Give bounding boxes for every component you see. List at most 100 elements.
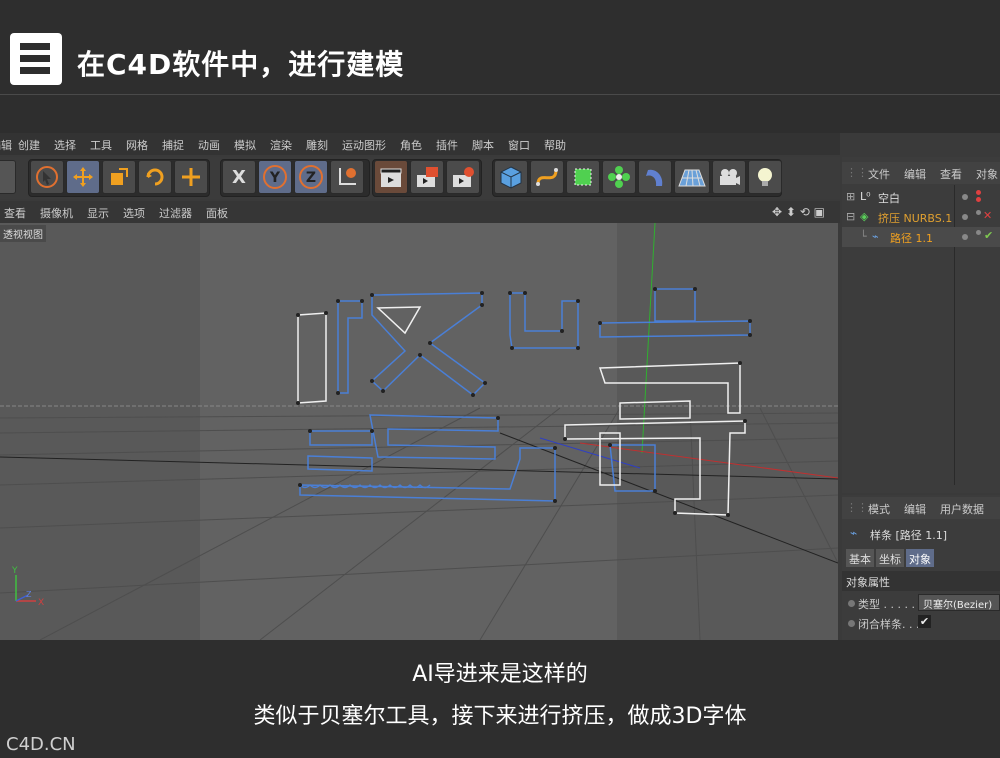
obj-tab-edit[interactable]: 编辑: [904, 166, 926, 182]
cloner-icon: [608, 166, 630, 188]
tree-collapse-icon[interactable]: ⊟: [846, 210, 855, 223]
nurbs-button[interactable]: [566, 160, 600, 194]
animate-dot[interactable]: [848, 620, 855, 627]
subtitle-area: AI导进来是这样的 类似于贝塞尔工具，接下来进行挤压，做成3D字体 C4D.CN: [0, 640, 1000, 758]
menu-snap[interactable]: 捕捉: [162, 137, 184, 153]
object-manager-tabs: ⋮⋮ 文件 编辑 查看 对象: [842, 162, 1000, 184]
move-tool-button[interactable]: [66, 160, 100, 194]
attr-row-type: 类型 . . . . . 贝塞尔(Bezier): [842, 593, 1000, 613]
attr-subtab-basic[interactable]: 基本: [846, 549, 874, 567]
menu-mesh[interactable]: 网格: [126, 137, 148, 153]
cube-button[interactable]: [494, 160, 528, 194]
menu-select[interactable]: 选择: [54, 137, 76, 153]
object-row-path[interactable]: └ ⌁ 路径 1.1 ✔: [842, 227, 1000, 247]
tree-expand-icon[interactable]: ⊞: [846, 190, 855, 203]
attr-tab-userdata[interactable]: 用户数据: [940, 501, 984, 517]
clapper-render-icon: [417, 167, 438, 187]
light-button[interactable]: [748, 160, 782, 194]
perspective-viewport[interactable]: Y Z X 透视视图: [0, 223, 838, 640]
menu-plugins[interactable]: 插件: [436, 137, 458, 153]
scale-tool-button[interactable]: [102, 160, 136, 194]
spline-icon: ⌁: [850, 526, 858, 540]
render-dot[interactable]: [976, 190, 981, 195]
visibility-dot[interactable]: [962, 234, 968, 240]
watermark-logo: C4D.CN: [6, 734, 76, 755]
floor-button[interactable]: [674, 160, 710, 194]
editor-dot[interactable]: [976, 197, 981, 202]
menu-mograph[interactable]: 运动图形: [342, 137, 386, 153]
menu-animate[interactable]: 动画: [198, 137, 220, 153]
render-settings-button[interactable]: [446, 160, 480, 194]
world-axis-icon: [339, 168, 356, 185]
cursor-icon: [36, 166, 58, 188]
axis-z-icon: Z: [299, 165, 323, 189]
undo-button[interactable]: [0, 160, 16, 194]
attr-tab-mode[interactable]: 模式: [868, 501, 890, 517]
obj-tab-file[interactable]: 文件: [868, 166, 890, 182]
axis-y-button[interactable]: Y: [258, 160, 292, 194]
menu-help[interactable]: 帮助: [544, 137, 566, 153]
select-tool-button[interactable]: [30, 160, 64, 194]
vmenu-camera[interactable]: 摄像机: [40, 205, 73, 221]
attribute-section-title: 对象属性: [842, 571, 1000, 591]
add-tool-button[interactable]: [174, 160, 208, 194]
c4d-window: 编辑 创建 选择 工具 网格 捕捉 动画 模拟 渲染 雕刻 运动图形 角色 插件…: [0, 133, 1000, 640]
enabled-check-icon[interactable]: ✔: [984, 229, 993, 242]
menu-edit[interactable]: 编辑: [0, 137, 12, 153]
object-row-extrude[interactable]: ⊟ ◈ 挤压 NURBS.1 ✕: [842, 207, 1000, 227]
closed-spline-checkbox[interactable]: ✔: [918, 615, 931, 628]
vmenu-display[interactable]: 显示: [87, 205, 109, 221]
banner-divider: [0, 94, 1000, 95]
attribute-manager-tabs: ⋮⋮ 模式 编辑 用户数据: [842, 497, 1000, 519]
attr-subtab-coord[interactable]: 坐标: [876, 549, 904, 567]
attr-closed-label: 闭合样条. . .: [858, 618, 920, 631]
vmenu-filter[interactable]: 过滤器: [159, 205, 192, 221]
menu-tools[interactable]: 工具: [90, 137, 112, 153]
obj-tab-view[interactable]: 查看: [940, 166, 962, 182]
subdivision-icon: [574, 168, 592, 186]
mograph-cloner-button[interactable]: [602, 160, 636, 194]
extrude-icon: ◈: [860, 210, 869, 223]
obj-tab-object[interactable]: 对象: [976, 166, 998, 182]
visibility-dot[interactable]: [962, 194, 968, 200]
bend-icon: [646, 169, 663, 186]
rotate-tool-button[interactable]: [138, 160, 172, 194]
render-view-button[interactable]: [374, 160, 408, 194]
disabled-x-icon[interactable]: ✕: [983, 209, 992, 222]
spline-pen-button[interactable]: [530, 160, 564, 194]
render-picture-viewer-button[interactable]: [410, 160, 444, 194]
render-dot[interactable]: [976, 230, 981, 235]
object-row-null[interactable]: ⊞ L⁰ 空白: [842, 187, 1000, 207]
tutorial-banner: 在C4D软件中，进行建模: [0, 0, 1000, 133]
menu-character[interactable]: 角色: [400, 137, 422, 153]
vmenu-view[interactable]: 查看: [4, 205, 26, 221]
animate-dot[interactable]: [848, 600, 855, 607]
menu-window[interactable]: 窗口: [508, 137, 530, 153]
menu-script[interactable]: 脚本: [472, 137, 494, 153]
clapper-gear-icon: [453, 167, 474, 187]
spline-type-dropdown[interactable]: 贝塞尔(Bezier): [918, 594, 1000, 611]
coordinate-system-button[interactable]: [330, 160, 364, 194]
menu-simulate[interactable]: 模拟: [234, 137, 256, 153]
menu-render[interactable]: 渲染: [270, 137, 292, 153]
viewport-nav-icons[interactable]: ✥ ⬍ ⟲ ▣: [772, 205, 825, 219]
object-name: 路径 1.1: [890, 232, 933, 245]
axis-z-button[interactable]: Z: [294, 160, 328, 194]
svg-text:Y: Y: [269, 170, 281, 186]
menu-sculpt[interactable]: 雕刻: [306, 137, 328, 153]
axis-x-button[interactable]: X: [222, 160, 256, 194]
attr-subtab-object[interactable]: 对象: [906, 549, 934, 567]
menu-create[interactable]: 创建: [18, 137, 40, 153]
scale-icon: [111, 168, 128, 185]
attr-type-label: 类型 . . . . .: [858, 598, 915, 611]
object-name: 空白: [878, 192, 900, 205]
camera-icon: [720, 169, 740, 185]
vmenu-panel[interactable]: 面板: [206, 205, 228, 221]
attr-tab-edit[interactable]: 编辑: [904, 501, 926, 517]
render-dot[interactable]: [976, 210, 981, 215]
vmenu-options[interactable]: 选项: [123, 205, 145, 221]
visibility-dot[interactable]: [962, 214, 968, 220]
svg-text:Z: Z: [306, 170, 316, 186]
camera-button[interactable]: [712, 160, 746, 194]
deformer-button[interactable]: [638, 160, 672, 194]
